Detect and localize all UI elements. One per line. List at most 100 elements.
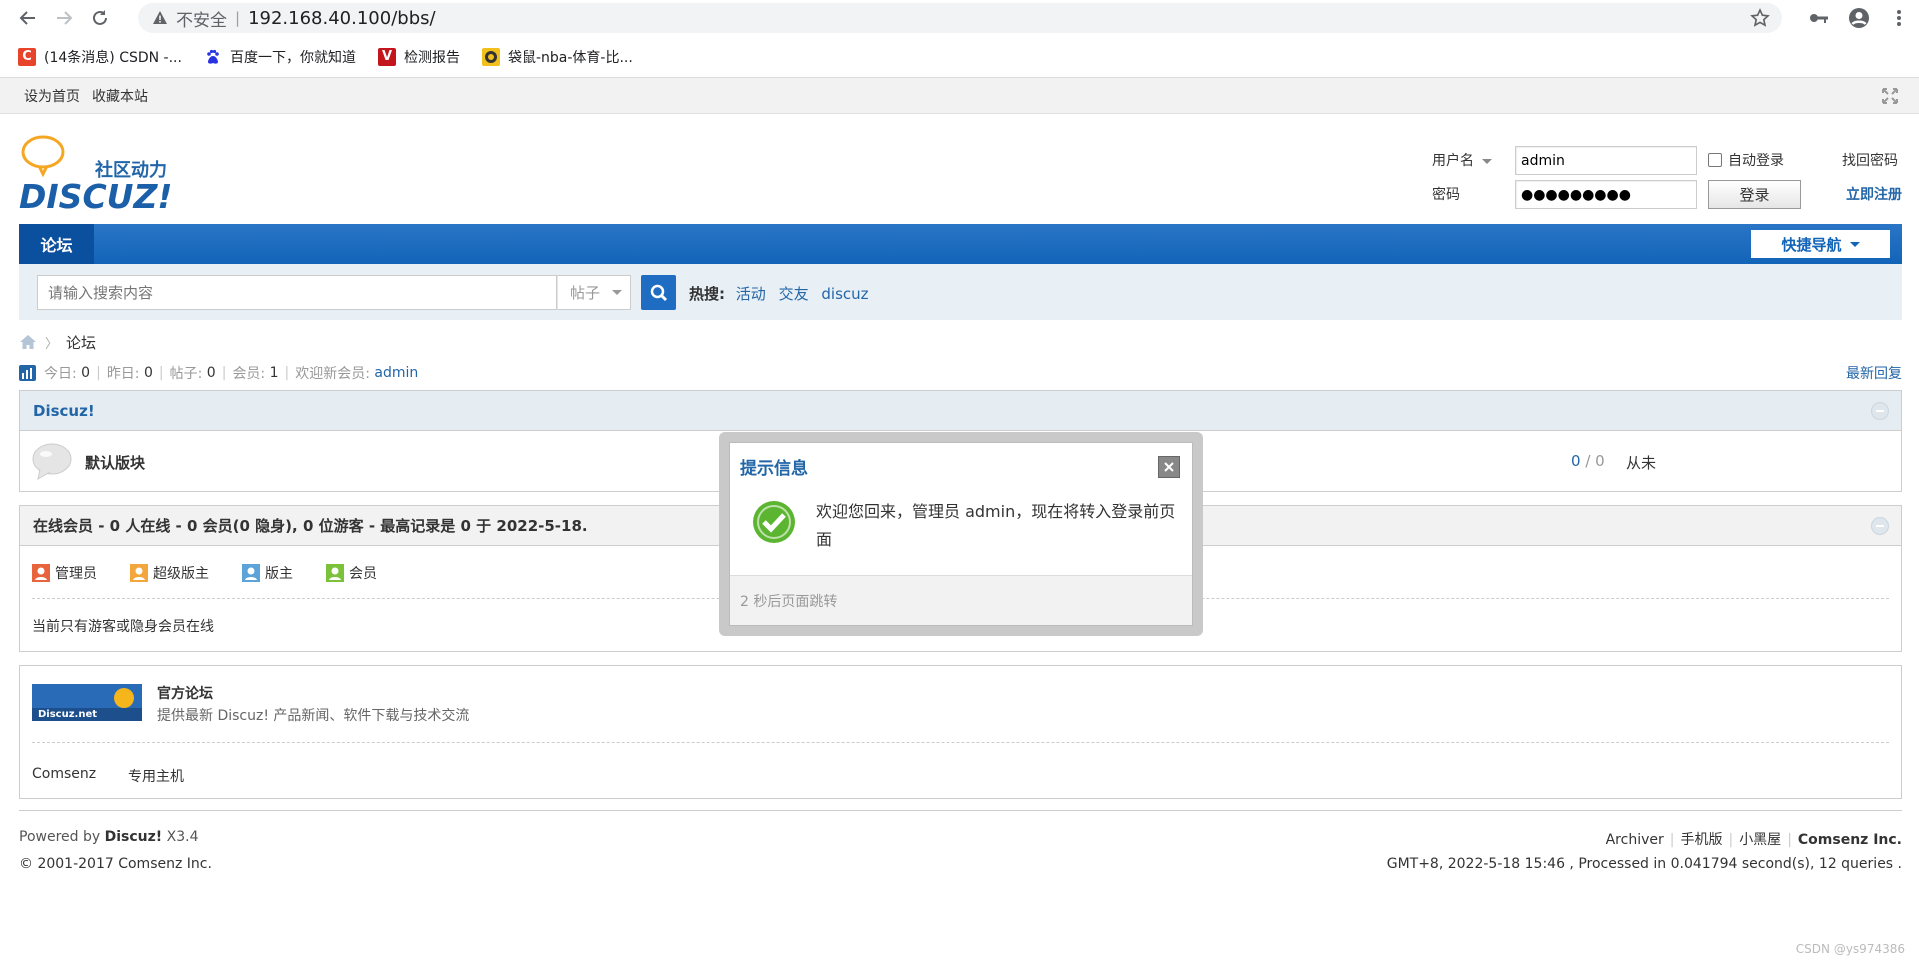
latest-reply-link[interactable]: 最新回复 xyxy=(1846,363,1902,383)
discuz-link[interactable]: Discuz! xyxy=(105,829,163,845)
banner-text: Discuz.net xyxy=(38,709,97,720)
menu-dots-icon[interactable] xyxy=(1879,0,1919,36)
chevron-down-icon xyxy=(612,290,623,295)
yesterday-count: 0 xyxy=(143,365,153,381)
login-button[interactable]: 登录 xyxy=(1708,180,1801,209)
forum-counts: 0 / 0 xyxy=(1571,452,1605,470)
hot-search-label: 热搜: xyxy=(689,285,725,303)
nav-item-forum[interactable]: 论坛 xyxy=(19,224,94,264)
moderator-user-icon xyxy=(242,564,260,582)
logo-brand: DISCUZ! xyxy=(19,177,172,212)
official-forum-desc: 提供最新 Discuz! 产品新闻、软件下载与技术交流 xyxy=(157,708,470,724)
breadcrumb-arrow: 〉 xyxy=(45,336,59,352)
bookmark-csdn[interactable]: C (14条消息) CSDN -... xyxy=(18,47,182,67)
report-v-icon: V xyxy=(377,47,396,66)
breadcrumb-current[interactable]: 论坛 xyxy=(66,332,96,353)
auto-login-option[interactable]: 自动登录 xyxy=(1708,150,1784,170)
member-user-icon xyxy=(326,564,344,582)
hot-search: 热搜: 活动 交友 discuz xyxy=(689,283,877,304)
category-title[interactable]: Discuz! xyxy=(33,402,95,420)
site-topbar: 设为首页 收藏本站 xyxy=(0,78,1919,114)
forum-name-link[interactable]: 默认版块 xyxy=(85,452,145,473)
powered-by: Powered by Discuz! X3.4 xyxy=(19,829,199,845)
back-icon[interactable] xyxy=(10,0,46,36)
online-heading[interactable]: 在线会员 - 0 人在线 - 0 会员(0 隐身), 0 位游客 - 最高记录是… xyxy=(33,515,588,536)
password-input[interactable] xyxy=(1515,180,1697,209)
forum-stats: 今日: 0 | 昨日: 0 | 帖子: 0 | 会员: 1 | 欢迎新会员: a… xyxy=(19,362,1902,384)
username-input[interactable] xyxy=(1515,146,1697,175)
legend-moderator: 版主 xyxy=(242,563,293,583)
warning-icon xyxy=(152,10,168,26)
login-success-dialog: 提示信息 欢迎您回来，管理员 admin，现在将转入登录前页面 2 秒后页面跳转 xyxy=(719,432,1203,636)
url-text[interactable]: 192.168.40.100/bbs/ xyxy=(248,8,436,29)
breadcrumb: 〉 论坛 xyxy=(19,330,1902,354)
link-comsenz[interactable]: Comsenz xyxy=(32,766,96,782)
bookmark-label: (14条消息) CSDN -... xyxy=(44,49,182,66)
home-icon[interactable] xyxy=(19,334,37,350)
members-count: 1 xyxy=(269,365,279,381)
company-link[interactable]: Comsenz Inc. xyxy=(1798,832,1902,848)
bookmark-star-icon[interactable] xyxy=(1750,8,1770,28)
baidu-paw-icon xyxy=(204,48,222,66)
legend-admin: 管理员 xyxy=(32,563,97,583)
dialog-countdown: 2 秒后页面跳转 xyxy=(730,575,1192,625)
set-home-link[interactable]: 设为首页 xyxy=(24,86,80,106)
fullscreen-toggle-icon[interactable] xyxy=(1881,87,1899,105)
csdn-icon: C xyxy=(18,47,36,66)
find-password-link[interactable]: 找回密码 xyxy=(1842,150,1898,170)
chevron-down-icon xyxy=(1849,241,1860,247)
quick-nav-button[interactable]: 快捷导航 xyxy=(1751,230,1890,258)
stats-chart-icon xyxy=(19,365,36,381)
collapse-icon[interactable] xyxy=(1871,402,1889,420)
today-label: 今日: xyxy=(44,366,77,382)
collapse-icon[interactable] xyxy=(1871,517,1889,535)
search-input[interactable] xyxy=(37,275,557,310)
password-label: 密码 xyxy=(1432,187,1460,203)
legend-super-moderator: 超级版主 xyxy=(130,563,209,583)
official-forum-link[interactable]: 官方论坛 xyxy=(157,683,213,703)
discuz-net-banner[interactable]: Discuz.net xyxy=(32,684,142,721)
bookmark-site-link[interactable]: 收藏本站 xyxy=(92,86,148,106)
forward-icon[interactable] xyxy=(46,0,82,36)
discuz-logo[interactable]: 社区动力 DISCUZ! xyxy=(19,132,199,212)
bookmark-report[interactable]: V 检测报告 xyxy=(377,47,460,67)
reload-icon[interactable] xyxy=(82,0,118,36)
bookmark-label: 袋鼠-nba-体育-比... xyxy=(507,49,633,66)
category-header: Discuz! xyxy=(20,391,1901,431)
bookmark-daishu[interactable]: 袋鼠-nba-体育-比... xyxy=(481,47,633,67)
account-icon[interactable] xyxy=(1839,0,1879,36)
search-bar: 帖子 热搜: 活动 交友 discuz xyxy=(19,264,1902,320)
legend-member: 会员 xyxy=(326,563,377,583)
newest-member-link[interactable]: admin xyxy=(374,365,418,381)
server-info: GMT+8, 2022-5-18 15:46 , Processed in 0.… xyxy=(1386,856,1902,872)
key-icon[interactable] xyxy=(1799,0,1839,36)
auto-login-checkbox[interactable] xyxy=(1708,153,1722,167)
members-label: 会员: xyxy=(232,366,266,382)
address-bar[interactable]: 不安全 | 192.168.40.100/bbs/ xyxy=(138,3,1782,33)
hot-search-link[interactable]: discuz xyxy=(821,285,868,303)
hot-search-link[interactable]: 活动 xyxy=(736,285,766,303)
close-icon[interactable] xyxy=(1158,456,1180,478)
link-hosting[interactable]: 专用主机 xyxy=(128,766,184,786)
online-message: 当前只有游客或隐身会员在线 xyxy=(32,619,214,635)
mobile-link[interactable]: 手机版 xyxy=(1680,832,1722,848)
super-moderator-user-icon xyxy=(130,564,148,582)
member-legend: 管理员 超级版主 版主 会员 xyxy=(32,563,410,583)
search-type-select[interactable]: 帖子 xyxy=(557,275,631,310)
search-button[interactable] xyxy=(641,275,676,310)
posts-label: 帖子: xyxy=(169,366,203,382)
username-type-select[interactable]: 用户名 xyxy=(1432,150,1492,170)
yesterday-label: 昨日: xyxy=(106,366,140,382)
login-form: 用户名 密码 自动登录 登录 找回密码 立即注册 xyxy=(1432,146,1902,209)
blackroom-link[interactable]: 小黑屋 xyxy=(1739,832,1781,848)
security-label[interactable]: 不安全 xyxy=(176,6,227,31)
success-check-icon xyxy=(752,500,796,544)
hot-search-link[interactable]: 交友 xyxy=(779,285,809,303)
bookmark-baidu[interactable]: 百度一下，你就知道 xyxy=(204,47,356,67)
archiver-link[interactable]: Archiver xyxy=(1606,832,1664,848)
bookmark-label: 检测报告 xyxy=(403,49,460,66)
register-link[interactable]: 立即注册 xyxy=(1846,184,1902,204)
footer-links: Archiver | 手机版 | 小黑屋 | Comsenz Inc. xyxy=(1605,832,1902,848)
bookmarks-bar: C (14条消息) CSDN -... 百度一下，你就知道 V 检测报告 袋鼠-… xyxy=(0,36,1919,78)
admin-user-icon xyxy=(32,564,50,582)
